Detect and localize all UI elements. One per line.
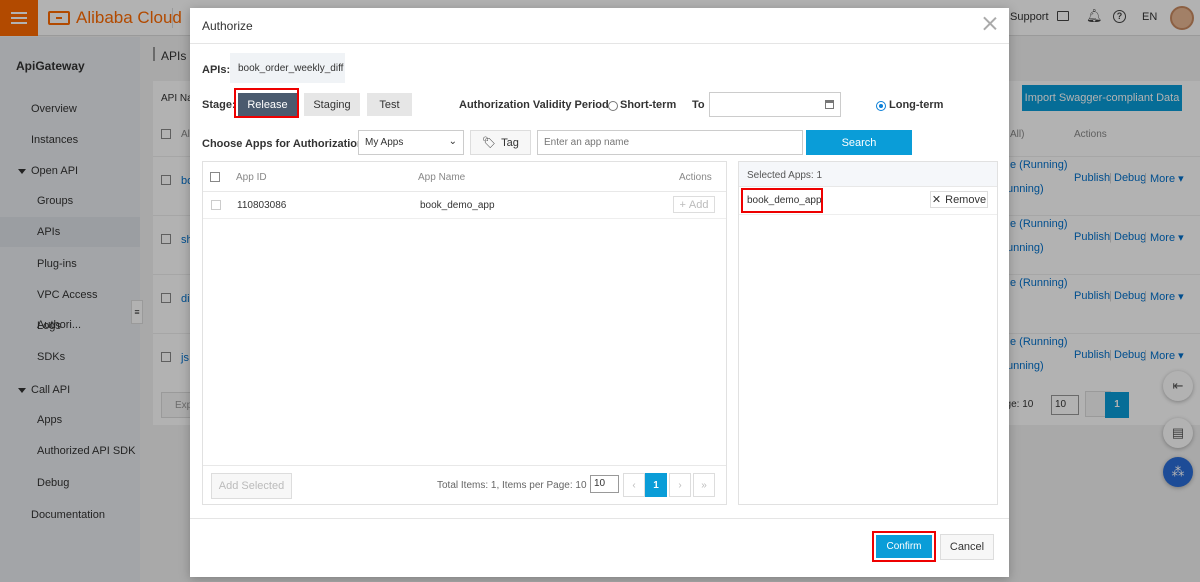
add-app-button[interactable]: + Add (673, 196, 715, 213)
stage-staging-button[interactable]: Staging (304, 93, 360, 116)
dialog-title: Authorize (202, 19, 253, 33)
choose-apps-label: Choose Apps for Authorization: (202, 138, 368, 150)
add-selected-button[interactable]: Add Selected (211, 473, 292, 499)
app-name-cell: book_demo_app (420, 200, 495, 211)
short-term-label: Short-term (620, 99, 677, 111)
select-all-apps-checkbox[interactable] (210, 172, 220, 182)
highlight-box (872, 531, 936, 562)
long-term-radio[interactable] (876, 101, 886, 111)
stage-test-button[interactable]: Test (367, 93, 412, 116)
tag-icon: 🏷︎ (482, 137, 497, 149)
table-row: 110803086 book_demo_app + Add (203, 192, 726, 219)
app-source-select[interactable]: My Apps ⌄ (358, 130, 464, 155)
to-label: To (692, 99, 705, 111)
pager-next-button[interactable]: › (669, 473, 691, 497)
close-icon: ✕ (931, 194, 942, 206)
selected-apps-panel: Selected Apps: 1 book_demo_app ✕ Remove (738, 161, 998, 505)
row-checkbox[interactable] (211, 200, 221, 210)
close-icon[interactable] (983, 16, 997, 30)
end-date-input[interactable] (709, 92, 841, 117)
app-search-input[interactable] (537, 130, 803, 155)
apis-label: APIs: (202, 64, 231, 76)
dialog-header: Authorize (190, 8, 1009, 44)
plus-icon: + (679, 198, 686, 211)
pager-current-page[interactable]: 1 (645, 473, 667, 497)
short-term-radio[interactable] (608, 101, 618, 111)
divider (203, 465, 726, 466)
search-button[interactable]: Search (806, 130, 912, 155)
tag-button[interactable]: 🏷︎ Tag (470, 130, 531, 155)
chevron-down-icon: ⌄ (448, 136, 457, 147)
authorize-dialog: Authorize APIs: book_order_weekly_diff S… (190, 8, 1009, 577)
available-apps-table: App ID App Name Actions 110803086 book_d… (202, 161, 727, 505)
api-name-tag: book_order_weekly_diff (230, 53, 345, 83)
pager-last-button[interactable]: » (693, 473, 715, 497)
highlight-box (234, 88, 299, 118)
pager-prev-button[interactable]: ‹ (623, 473, 645, 497)
col-app-id: App ID (236, 172, 267, 183)
long-term-label: Long-term (889, 99, 944, 111)
footer-divider (190, 518, 1009, 519)
stage-label: Stage: (202, 99, 236, 111)
validity-label: Authorization Validity Period: (459, 99, 613, 111)
tag-label: Tag (501, 136, 519, 149)
app-id-cell: 110803086 (237, 200, 287, 211)
col-actions: Actions (679, 172, 712, 183)
highlight-box (741, 188, 823, 213)
selected-count: Selected Apps: 1 (747, 170, 823, 181)
pagination-summary: Total Items: 1, Items per Page: 10 (437, 480, 587, 491)
remove-label: Remove (945, 193, 987, 206)
cancel-button[interactable]: Cancel (940, 534, 994, 560)
calendar-icon[interactable] (825, 100, 834, 109)
col-app-name: App Name (418, 172, 466, 183)
remove-app-button[interactable]: ✕ Remove (930, 191, 988, 208)
app-source-value: My Apps (365, 137, 404, 148)
per-page-select[interactable]: 10 (590, 475, 619, 493)
selected-app-row: book_demo_app ✕ Remove (739, 187, 997, 215)
add-label: Add (688, 198, 709, 211)
